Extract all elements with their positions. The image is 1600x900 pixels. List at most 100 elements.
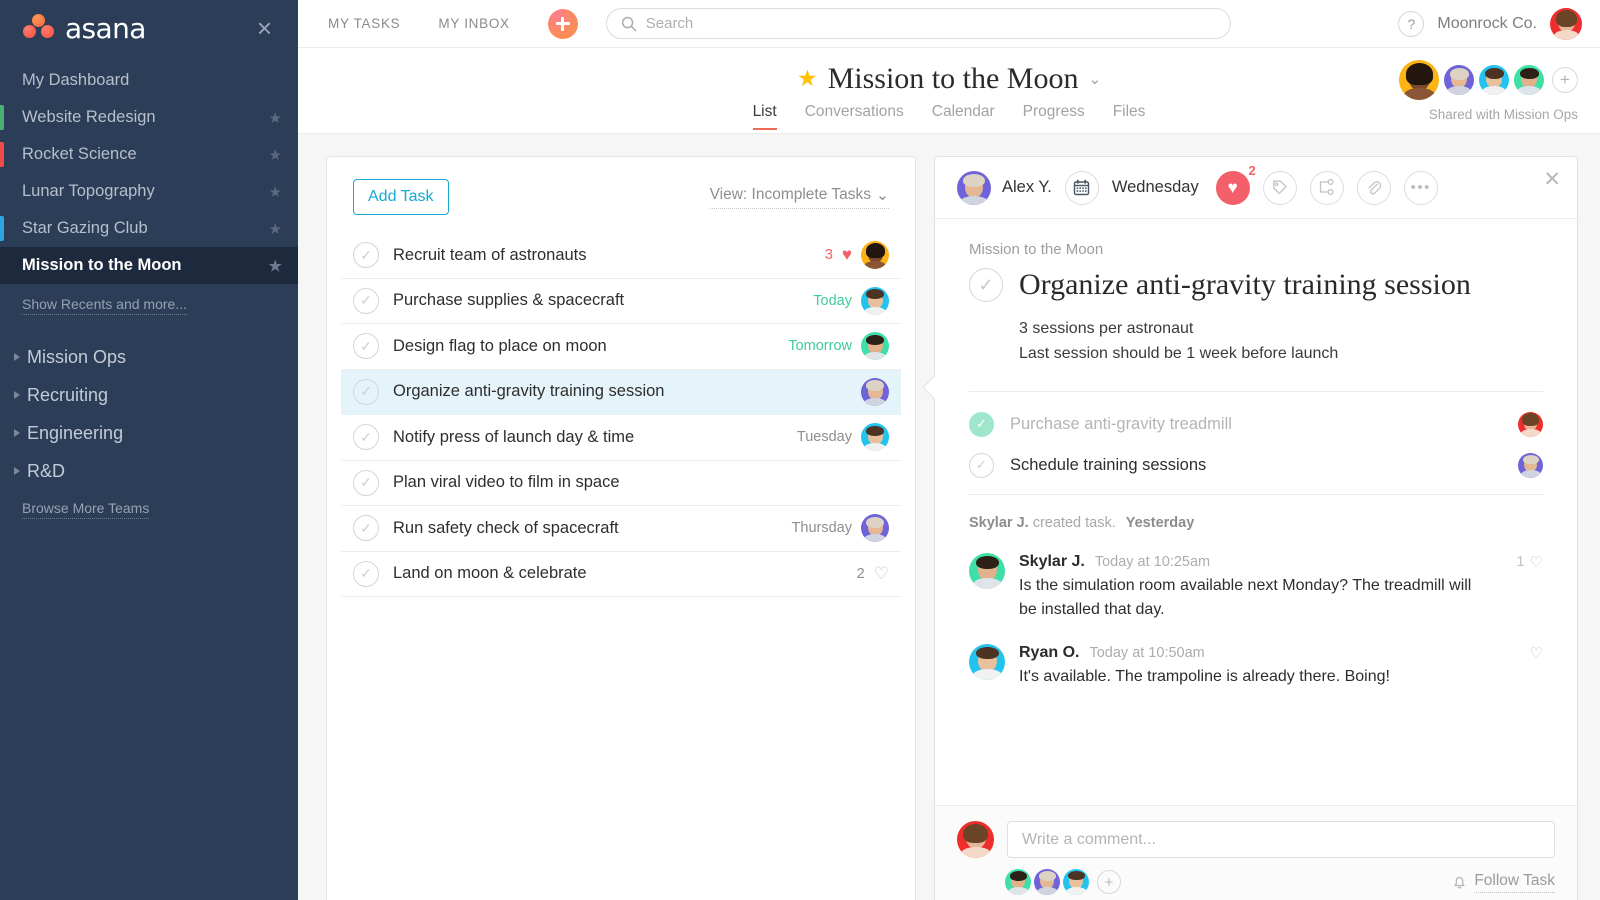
sidebar-team-engineering[interactable]: Engineering [0, 414, 298, 452]
sidebar-item-website-redesign[interactable]: Website Redesign ★ [0, 99, 298, 136]
sidebar-team-recruiting[interactable]: Recruiting [0, 376, 298, 414]
tag-icon[interactable] [1263, 171, 1297, 205]
task-notes[interactable]: 3 sessions per astronaut Last session sh… [1019, 317, 1543, 367]
add-task-button[interactable]: Add Task [353, 179, 449, 215]
complete-task-icon[interactable]: ✓ [353, 333, 379, 359]
sidebar-team-rd[interactable]: R&D [0, 452, 298, 490]
comment-like-button[interactable]: 1 ♡ [1516, 553, 1543, 571]
avatar[interactable] [1518, 412, 1543, 437]
task-row[interactable]: ✓ Design flag to place on moon Tomorrow [341, 324, 901, 370]
show-recents-link[interactable]: Show Recents and more... [0, 296, 298, 312]
avatar[interactable] [861, 332, 889, 360]
avatar[interactable] [1063, 869, 1089, 895]
nav-my-tasks[interactable]: MY TASKS [328, 16, 400, 31]
view-filter-dropdown[interactable]: View: Incomplete Tasks ⌄ [710, 186, 889, 209]
search-bar[interactable] [606, 8, 1231, 39]
task-meta: Today [813, 287, 889, 315]
avatar[interactable] [861, 287, 889, 315]
comment-text: It's available. The trampoline is alread… [1019, 665, 1474, 689]
complete-task-icon[interactable]: ✓ [353, 515, 379, 541]
avatar[interactable] [1518, 453, 1543, 478]
subtask-icon[interactable] [1310, 171, 1344, 205]
due-date[interactable]: Tomorrow [788, 338, 852, 354]
due-date[interactable]: Thursday [792, 520, 852, 536]
tab-list[interactable]: List [753, 103, 777, 130]
tab-calendar[interactable]: Calendar [932, 103, 995, 130]
complete-task-icon[interactable]: ✓ [353, 379, 379, 405]
avatar[interactable] [861, 514, 889, 542]
avatar[interactable] [969, 553, 1005, 589]
user-avatar[interactable] [1550, 8, 1582, 40]
task-row-selected[interactable]: ✓ Organize anti-gravity training session [341, 370, 901, 416]
quick-add-button[interactable] [548, 9, 578, 39]
complete-task-icon[interactable]: ✓ [353, 470, 379, 496]
sidebar-item-my-dashboard[interactable]: My Dashboard [0, 62, 298, 99]
avatar[interactable] [1479, 65, 1509, 95]
complete-task-icon[interactable]: ✓ [353, 288, 379, 314]
subtask-row[interactable]: ✓ Schedule training sessions [969, 445, 1543, 486]
paperclip-icon[interactable] [1357, 171, 1391, 205]
due-date[interactable]: Today [813, 293, 852, 309]
sidebar-item-mission-to-the-moon[interactable]: Mission to the Moon ★ [0, 247, 298, 284]
search-input[interactable] [646, 15, 1216, 32]
heart-icon[interactable]: ♥ 2 [1216, 171, 1250, 205]
avatar[interactable] [861, 378, 889, 406]
complete-subtask-icon[interactable]: ✓ [969, 453, 994, 478]
complete-task-icon[interactable]: ✓ [353, 242, 379, 268]
star-icon[interactable]: ★ [797, 66, 818, 92]
complete-task-icon[interactable]: ✓ [353, 561, 379, 587]
due-date[interactable]: Tuesday [797, 429, 852, 445]
follow-task-button[interactable]: Follow Task [1452, 872, 1555, 893]
star-icon[interactable]: ★ [269, 109, 282, 127]
sidebar-item-star-gazing-club[interactable]: Star Gazing Club ★ [0, 210, 298, 247]
avatar[interactable] [861, 241, 889, 269]
avatar[interactable] [861, 423, 889, 451]
task-row[interactable]: ✓ Notify press of launch day & time Tues… [341, 415, 901, 461]
avatar[interactable] [1514, 65, 1544, 95]
sidebar-item-lunar-topography[interactable]: Lunar Topography ★ [0, 173, 298, 210]
task-row[interactable]: ✓ Land on moon & celebrate 2 ♡ [341, 552, 901, 598]
avatar[interactable] [957, 171, 991, 205]
complete-subtask-icon[interactable]: ✓ [969, 412, 994, 437]
avatar[interactable] [1005, 869, 1031, 895]
task-row[interactable]: ✓ Recruit team of astronauts 3 ♥ [341, 233, 901, 279]
task-row[interactable]: ✓ Run safety check of spacecraft Thursda… [341, 506, 901, 552]
complete-task-icon[interactable]: ✓ [353, 424, 379, 450]
close-icon[interactable]: ✕ [1543, 169, 1561, 190]
task-assignee[interactable]: Alex Y. [957, 171, 1052, 205]
tab-files[interactable]: Files [1113, 103, 1146, 130]
comment-like-button[interactable]: ♡ [1525, 644, 1543, 662]
add-member-button[interactable]: + [1552, 67, 1578, 93]
tab-progress[interactable]: Progress [1023, 103, 1085, 130]
help-button[interactable]: ? [1398, 11, 1424, 37]
browse-more-teams-link[interactable]: Browse More Teams [0, 500, 298, 516]
due-date[interactable]: Wednesday [1112, 178, 1199, 197]
close-sidebar-icon[interactable]: × [253, 13, 276, 43]
sidebar-team-mission-ops[interactable]: Mission Ops [0, 338, 298, 376]
heart-icon[interactable]: ♥ [842, 245, 852, 265]
avatar[interactable] [1034, 869, 1060, 895]
task-row[interactable]: ✓ Purchase supplies & spacecraft Today [341, 279, 901, 325]
chevron-down-icon[interactable]: ⌄ [1088, 70, 1101, 88]
complete-task-icon[interactable]: ✓ [969, 268, 1003, 302]
avatar[interactable] [1399, 60, 1439, 100]
avatar[interactable] [969, 644, 1005, 680]
subtask-row[interactable]: ✓ Purchase anti-gravity treadmill [969, 404, 1543, 445]
tab-conversations[interactable]: Conversations [805, 103, 904, 130]
ellipsis-icon[interactable]: ••• [1404, 171, 1438, 205]
task-title[interactable]: Organize anti-gravity training session [1019, 268, 1471, 302]
nav-my-inbox[interactable]: MY INBOX [438, 16, 509, 31]
add-follower-button[interactable]: + [1097, 870, 1121, 894]
avatar[interactable] [1444, 65, 1474, 95]
star-icon[interactable]: ★ [269, 257, 282, 275]
star-icon[interactable]: ★ [269, 146, 282, 164]
breadcrumb[interactable]: Mission to the Moon [969, 241, 1543, 258]
star-icon[interactable]: ★ [269, 183, 282, 201]
task-row[interactable]: ✓ Plan viral video to film in space [341, 461, 901, 507]
star-icon[interactable]: ★ [269, 220, 282, 238]
like-count: 1 [1516, 553, 1524, 570]
heart-icon[interactable]: ♡ [874, 564, 889, 584]
comment-input[interactable] [1007, 821, 1555, 858]
sidebar-item-rocket-science[interactable]: Rocket Science ★ [0, 136, 298, 173]
calendar-icon[interactable] [1065, 171, 1099, 205]
